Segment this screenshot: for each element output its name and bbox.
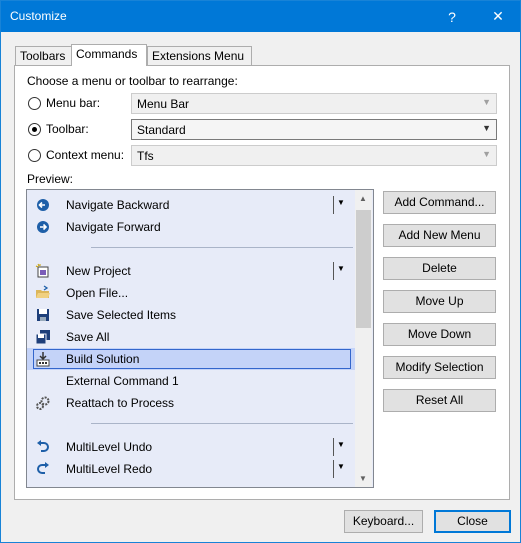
arrow-right-circle-icon (35, 219, 51, 235)
context-menu-combo[interactable]: Tfs ▼ (131, 145, 497, 166)
scroll-thumb[interactable] (356, 210, 371, 328)
save-icon (35, 307, 51, 323)
preview-label: Preview: (27, 172, 74, 186)
list-item-label: Save Selected Items (66, 308, 177, 322)
instruction-label: Choose a menu or toolbar to rearrange: (27, 74, 238, 88)
list-item-label: MultiLevel Undo (66, 440, 153, 454)
chevron-down-icon[interactable]: ▼ (337, 440, 345, 449)
list-item-label: Navigate Forward (66, 220, 161, 234)
context-menu-radio[interactable] (28, 149, 41, 162)
close-window-button[interactable]: ✕ (475, 1, 521, 32)
list-item[interactable]: Save All (27, 326, 355, 348)
tab-toolbars-label: Toolbars (20, 49, 66, 63)
menu-bar-radio[interactable] (28, 97, 41, 110)
toolbar-label: Toolbar: (46, 122, 89, 136)
preview-list[interactable]: Navigate Backward ▼ Navigate Forward New… (26, 189, 374, 488)
list-item-label: Build Solution (66, 352, 140, 366)
list-item-label: External Command 1 (66, 374, 179, 388)
save-all-icon (35, 329, 51, 345)
toolbar-radio[interactable] (28, 123, 41, 136)
menu-bar-combo[interactable]: Menu Bar ▼ (131, 93, 497, 114)
scroll-down-icon[interactable]: ▼ (359, 474, 367, 483)
gears-icon (35, 395, 51, 411)
add-new-menu-button[interactable]: Add New Menu (383, 224, 496, 247)
help-button[interactable]: ? (429, 1, 475, 32)
tab-commands[interactable]: Commands (71, 44, 147, 66)
chevron-down-icon[interactable]: ▼ (337, 264, 345, 273)
chevron-down-icon: ▼ (482, 97, 491, 107)
split-divider (333, 438, 334, 456)
list-item[interactable]: New Project ▼ (27, 260, 355, 282)
list-item[interactable]: Reattach to Process (27, 392, 355, 414)
list-item-label: Open File... (66, 286, 129, 300)
keyboard-button[interactable]: Keyboard... (344, 510, 423, 533)
arrow-left-circle-icon (35, 197, 51, 213)
list-item[interactable]: MultiLevel Undo ▼ (27, 436, 355, 458)
list-item-label: Navigate Backward (66, 198, 170, 212)
open-folder-icon (35, 285, 51, 301)
chevron-down-icon[interactable]: ▼ (337, 462, 345, 471)
tab-commands-label: Commands (76, 47, 138, 61)
scroll-up-icon[interactable]: ▲ (359, 194, 367, 203)
title-bar: Customize ? ✕ (1, 1, 520, 32)
list-item[interactable]: Open File... (27, 282, 355, 304)
chevron-down-icon[interactable]: ▼ (337, 198, 345, 207)
list-item-label: Reattach to Process (66, 396, 175, 410)
split-divider (333, 262, 334, 280)
context-menu-label: Context menu: (46, 148, 125, 162)
split-divider (333, 196, 334, 214)
delete-button[interactable]: Delete (383, 257, 496, 280)
tab-toolbars[interactable]: Toolbars (15, 46, 72, 65)
chevron-down-icon: ▼ (482, 123, 491, 133)
list-item[interactable]: Save Selected Items (27, 304, 355, 326)
new-project-icon (35, 263, 51, 279)
context-menu-combo-value: Tfs (137, 149, 154, 163)
tab-extensions-menu[interactable]: Extensions Menu (147, 46, 252, 65)
list-item[interactable]: Navigate Backward ▼ (27, 194, 355, 216)
redo-icon (35, 461, 51, 477)
toolbar-combo-value: Standard (137, 123, 186, 137)
modify-selection-button[interactable]: Modify Selection (383, 356, 496, 379)
list-item-label: New Project (66, 264, 131, 278)
list-item[interactable]: Navigate Forward (27, 216, 355, 238)
list-item[interactable]: MultiLevel Redo ▼ (27, 458, 355, 480)
move-up-button[interactable]: Move Up (383, 290, 496, 313)
undo-icon (35, 439, 51, 455)
window-title: Customize (10, 9, 67, 23)
menu-bar-label: Menu bar: (46, 96, 101, 110)
preview-scrollbar[interactable]: ▲ ▼ (355, 190, 372, 487)
list-item-label: Save All (66, 330, 110, 344)
reset-all-button[interactable]: Reset All (383, 389, 496, 412)
list-item-selected[interactable]: Build Solution (27, 348, 355, 370)
chevron-down-icon: ▼ (482, 149, 491, 159)
move-down-button[interactable]: Move Down (383, 323, 496, 346)
build-solution-icon (35, 351, 51, 367)
separator (91, 247, 353, 248)
split-divider (333, 460, 334, 478)
tab-extensions-menu-label: Extensions Menu (152, 49, 245, 63)
list-item-label: MultiLevel Redo (66, 462, 153, 476)
add-command-button[interactable]: Add Command... (383, 191, 496, 214)
customize-dialog: Customize ? ✕ Toolbars Commands Extensio… (0, 0, 521, 543)
menu-bar-combo-value: Menu Bar (137, 97, 190, 111)
separator (91, 423, 353, 424)
close-button[interactable]: Close (434, 510, 511, 533)
list-item[interactable]: External Command 1 (27, 370, 355, 392)
toolbar-combo[interactable]: Standard ▼ (131, 119, 497, 140)
